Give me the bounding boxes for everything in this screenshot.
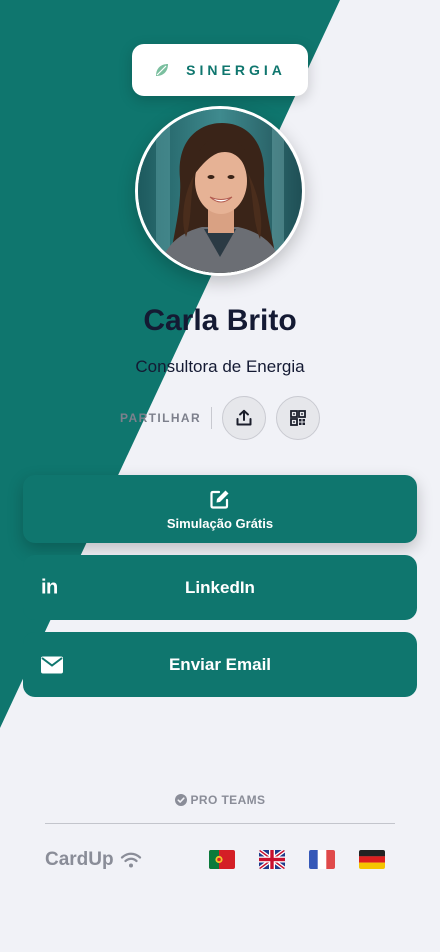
cardup-brand[interactable]: CardUp: [45, 849, 142, 871]
share-divider: [211, 407, 213, 429]
company-logo-card: SINERGIA: [132, 44, 308, 96]
uk-flag-icon[interactable]: [259, 850, 285, 869]
upload-icon: [236, 409, 252, 426]
germany-flag-icon[interactable]: [359, 850, 385, 869]
wifi-icon: [120, 852, 141, 868]
check-circle-icon: [174, 794, 187, 806]
avatar: [135, 106, 305, 276]
profile-job-title: Consultora de Energia: [135, 357, 305, 376]
portugal-flag-icon[interactable]: [209, 850, 235, 869]
language-selector: [209, 850, 385, 869]
pro-teams-badge: PRO TEAMS: [0, 793, 440, 807]
free-simulation-button[interactable]: Simulação Grátis: [23, 475, 417, 543]
linkedin-icon: in: [41, 576, 58, 598]
profile-photo: [138, 109, 302, 273]
share-label: PARTILHAR: [120, 411, 202, 425]
edit-icon: [210, 490, 229, 509]
share-button[interactable]: [222, 396, 267, 440]
pro-teams-label: PRO TEAMS: [190, 793, 266, 807]
share-row: PARTILHAR: [120, 396, 321, 440]
footer-divider: [45, 823, 395, 824]
leaf-icon: [156, 64, 169, 76]
profile-name: Carla Brito: [143, 304, 297, 337]
send-email-label: Enviar Email: [168, 654, 272, 674]
france-flag-icon[interactable]: [309, 850, 335, 869]
free-simulation-label: Simulação Grátis: [166, 515, 274, 531]
envelope-icon: [41, 656, 63, 673]
company-logo-text: SINERGIA: [186, 62, 286, 78]
linkedin-label: LinkedIn: [185, 577, 255, 597]
linkedin-button[interactable]: in LinkedIn: [23, 555, 417, 620]
qr-code-button[interactable]: [276, 396, 321, 440]
qr-code-icon: [290, 410, 306, 426]
send-email-button[interactable]: Enviar Email: [23, 632, 417, 697]
cardup-label: CardUp: [45, 849, 114, 870]
